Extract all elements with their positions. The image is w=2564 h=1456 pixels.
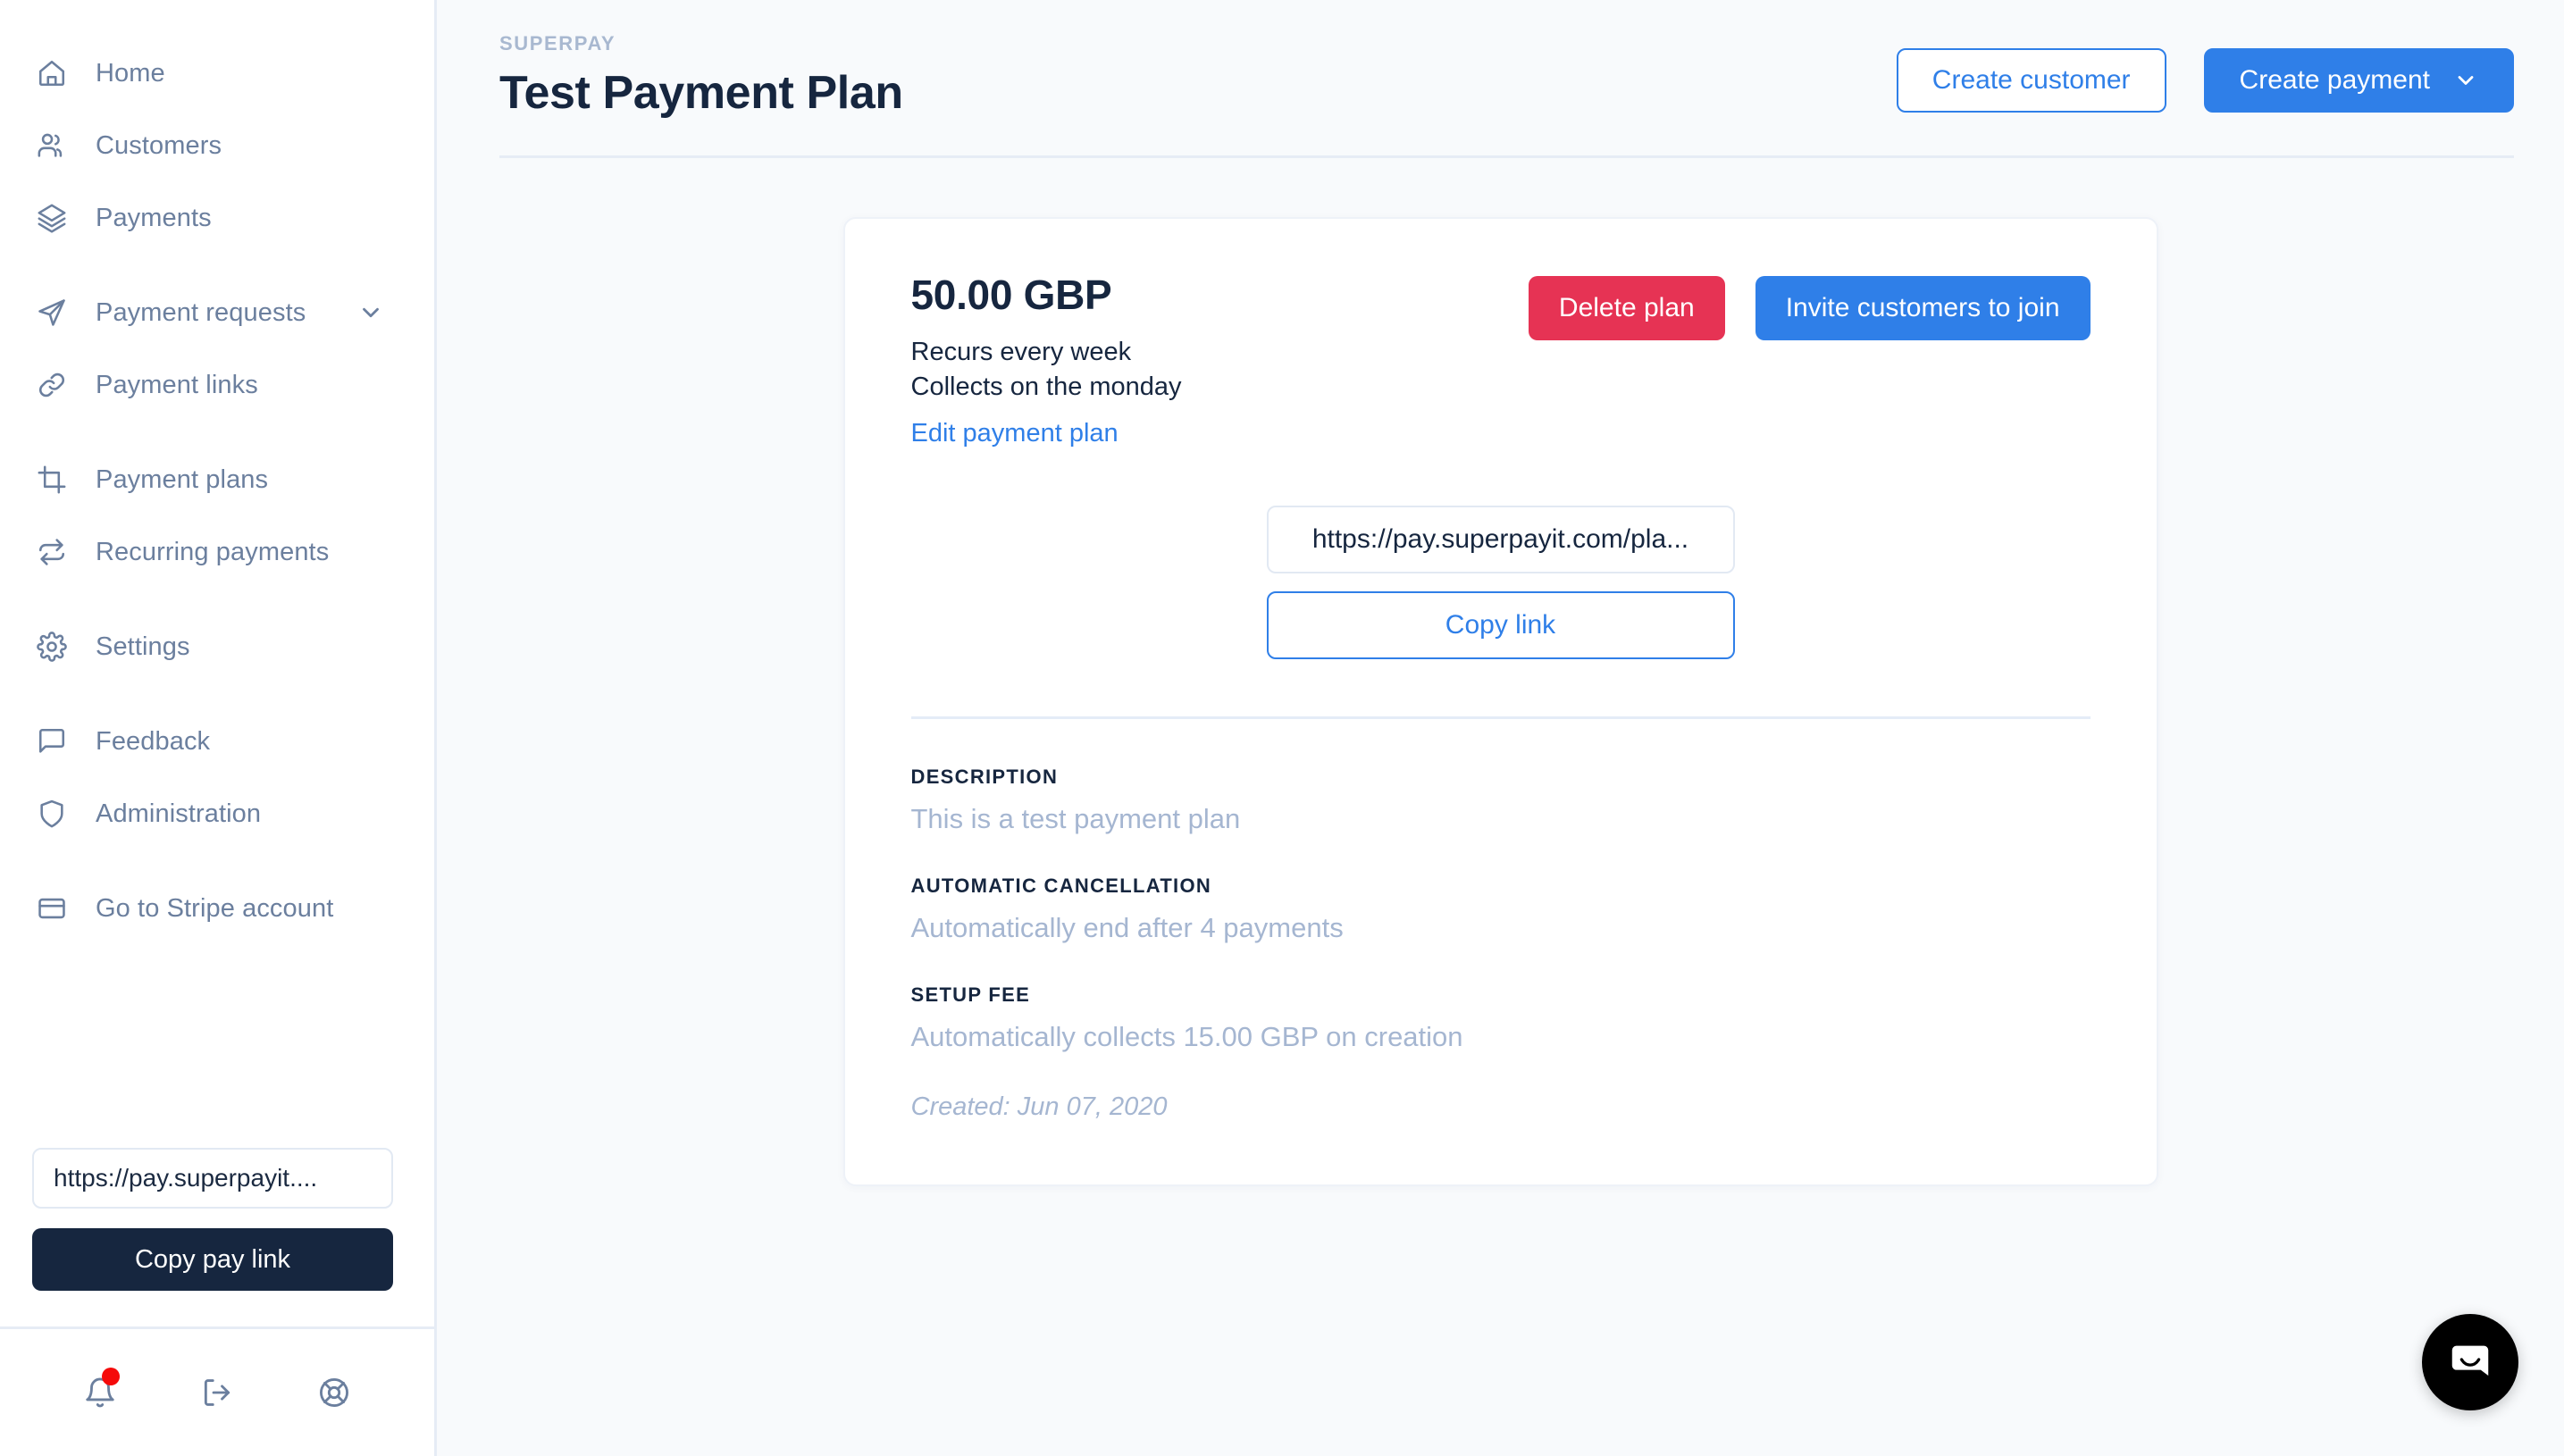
copy-pay-link-button[interactable]: Copy pay link xyxy=(32,1228,393,1291)
bell-icon[interactable] xyxy=(73,1366,127,1419)
sidebar-item-label: Payment plans xyxy=(96,464,269,494)
send-icon xyxy=(32,293,71,332)
sidebar: Home Customers Payments Payment requests xyxy=(0,0,437,1456)
sidebar-item-label: Go to Stripe account xyxy=(96,893,334,923)
sidebar-pay-link-block: https://pay.superpayit.... Copy pay link xyxy=(0,1148,434,1291)
sidebar-item-label: Feedback xyxy=(96,726,211,756)
share-link-block: https://pay.superpayit.com/pla... Copy l… xyxy=(911,506,2091,660)
plan-collection-day: Collects on the monday xyxy=(910,372,1182,402)
credit-card-icon xyxy=(32,889,71,928)
plan-summary: 50.00 GBP Recurs every week Collects on … xyxy=(911,271,1182,448)
detail-label: AUTOMATIC CANCELLATION xyxy=(910,874,1212,898)
copy-link-button[interactable]: Copy link xyxy=(1266,591,1735,660)
detail-label: SETUP FEE xyxy=(910,983,1031,1007)
logout-icon[interactable] xyxy=(190,1366,244,1419)
created-date: Created: Jun 07, 2020 xyxy=(910,1092,1168,1122)
users-icon xyxy=(32,126,71,165)
sidebar-item-label: Home xyxy=(96,58,165,88)
crop-icon xyxy=(32,460,71,499)
chevron-down-icon[interactable] xyxy=(357,299,384,326)
chat-bubble-icon xyxy=(2446,1338,2494,1386)
shield-icon xyxy=(32,794,71,833)
create-payment-button[interactable]: Create payment xyxy=(2203,48,2514,113)
sidebar-item-label: Administration xyxy=(96,799,262,828)
sidebar-item-home[interactable]: Home xyxy=(0,52,434,95)
sidebar-item-label: Payment requests xyxy=(96,297,306,327)
notification-badge xyxy=(101,1368,120,1385)
page-header-actions: Create customer Create payment xyxy=(1896,32,2514,113)
invite-customers-button[interactable]: Invite customers to join xyxy=(1755,276,2091,340)
sidebar-item-label: Payment links xyxy=(96,370,258,399)
app-root: Home Customers Payments Payment requests xyxy=(0,0,2564,1456)
detail-value: Automatically collects 15.00 GBP on crea… xyxy=(910,1021,1463,1053)
page-header-titles: SUPERPAY Test Payment Plan xyxy=(499,32,903,120)
gear-icon xyxy=(32,627,71,666)
sidebar-nav: Home Customers Payments Payment requests xyxy=(0,0,434,959)
detail-value: This is a test payment plan xyxy=(910,803,1241,835)
sidebar-item-payment-links[interactable]: Payment links xyxy=(0,364,434,406)
sidebar-item-payment-plans[interactable]: Payment plans xyxy=(0,458,434,501)
sidebar-item-customers[interactable]: Customers xyxy=(0,124,434,167)
create-payment-label: Create payment xyxy=(2239,65,2430,95)
sidebar-footer xyxy=(0,1326,434,1456)
card-container: 50.00 GBP Recurs every week Collects on … xyxy=(437,158,2564,1187)
page-title: Test Payment Plan xyxy=(499,67,903,119)
layers-icon xyxy=(32,198,71,238)
chevron-down-icon xyxy=(2453,68,2478,93)
sidebar-item-recurring-payments[interactable]: Recurring payments xyxy=(0,531,434,573)
edit-payment-plan-link[interactable]: Edit payment plan xyxy=(911,419,1119,448)
pay-link-input[interactable]: https://pay.superpayit.... xyxy=(32,1148,393,1209)
detail-label: DESCRIPTION xyxy=(910,766,1059,789)
plan-recurrence: Recurs every week xyxy=(910,338,1132,366)
share-link-input[interactable]: https://pay.superpayit.com/pla... xyxy=(1266,506,1735,574)
sidebar-item-label: Recurring payments xyxy=(96,537,330,566)
detail-row-description: DESCRIPTION This is a test payment plan xyxy=(911,766,2091,835)
detail-value: Automatically end after 4 payments xyxy=(910,912,1344,944)
sidebar-item-payments[interactable]: Payments xyxy=(0,197,434,239)
home-icon xyxy=(32,54,71,93)
sidebar-item-payment-requests[interactable]: Payment requests xyxy=(0,291,434,334)
message-square-icon xyxy=(32,722,71,761)
detail-row-automatic-cancellation: AUTOMATIC CANCELLATION Automatically end… xyxy=(911,874,2091,944)
delete-plan-button[interactable]: Delete plan xyxy=(1528,276,1725,340)
repeat-icon xyxy=(32,532,71,572)
card-header-actions: Delete plan Invite customers to join xyxy=(1528,271,2091,340)
detail-row-setup-fee: SETUP FEE Automatically collects 15.00 G… xyxy=(911,983,2091,1053)
sidebar-item-label: Payments xyxy=(96,203,212,232)
sidebar-item-administration[interactable]: Administration xyxy=(0,792,434,835)
link-icon xyxy=(32,365,71,405)
create-customer-button[interactable]: Create customer xyxy=(1896,48,2166,113)
card-header: 50.00 GBP Recurs every week Collects on … xyxy=(911,271,2091,448)
payment-plan-card: 50.00 GBP Recurs every week Collects on … xyxy=(842,217,2158,1187)
page-header: SUPERPAY Test Payment Plan Create custom… xyxy=(437,0,2564,120)
lifebuoy-icon[interactable] xyxy=(307,1366,361,1419)
plan-amount: 50.00 GBP xyxy=(910,272,1112,318)
sidebar-item-label: Customers xyxy=(96,130,222,160)
sidebar-item-feedback[interactable]: Feedback xyxy=(0,720,434,763)
main-content: SUPERPAY Test Payment Plan Create custom… xyxy=(437,0,2564,1456)
sidebar-item-label: Settings xyxy=(96,632,190,661)
sidebar-item-go-to-stripe-account[interactable]: Go to Stripe account xyxy=(0,887,434,930)
plan-details: DESCRIPTION This is a test payment plan … xyxy=(911,719,2091,1122)
sidebar-item-settings[interactable]: Settings xyxy=(0,625,434,668)
breadcrumb: SUPERPAY xyxy=(499,32,616,54)
messenger-launcher-button[interactable] xyxy=(2422,1314,2518,1410)
